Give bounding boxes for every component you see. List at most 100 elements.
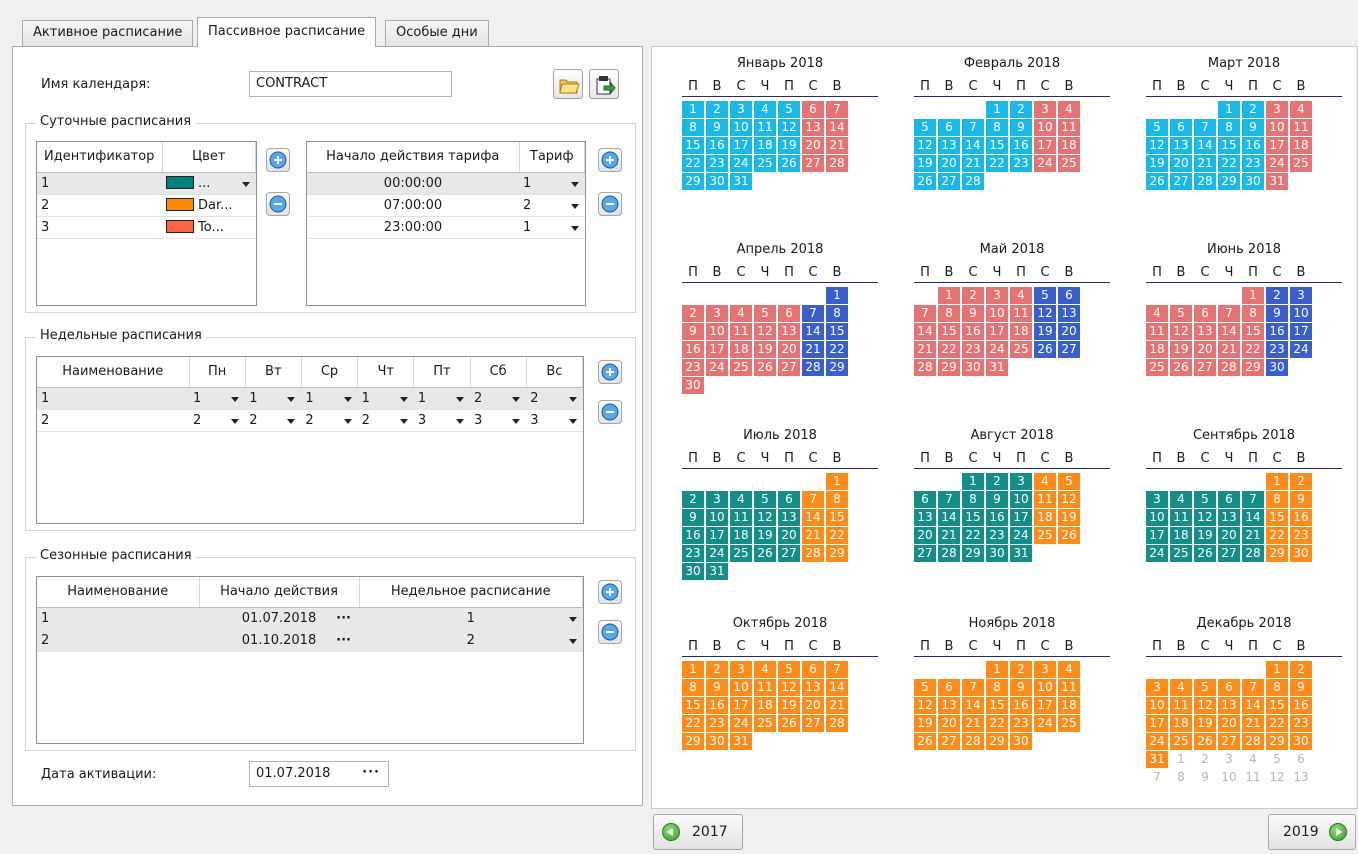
calendar-day[interactable]: 6: [778, 491, 800, 508]
calendar-day[interactable]: 12: [1194, 509, 1216, 526]
calendar-day[interactable]: 26: [1170, 359, 1192, 376]
calendar-day[interactable]: 26: [1194, 733, 1216, 750]
calendar-day[interactable]: 8: [938, 305, 960, 322]
calendar-day[interactable]: 15: [1266, 697, 1288, 714]
calendar-day[interactable]: 22: [962, 527, 984, 544]
calendar-day[interactable]: 31: [706, 563, 728, 580]
calendar-day[interactable]: 15: [826, 323, 848, 340]
calendar-day[interactable]: 18: [1170, 527, 1192, 544]
calendar-day[interactable]: 22: [938, 341, 960, 358]
calendar-day[interactable]: 22: [1266, 715, 1288, 732]
calendar-day[interactable]: 8: [962, 491, 984, 508]
calendar-day[interactable]: 13: [914, 509, 936, 526]
calendar-day[interactable]: 23: [1010, 155, 1032, 172]
day-schedule-dropdown[interactable]: 2: [357, 409, 414, 432]
activation-date-input[interactable]: 01.07.2018 ···: [249, 761, 389, 787]
calendar-day[interactable]: 28: [938, 545, 960, 562]
calendar-day[interactable]: 8: [1266, 679, 1288, 696]
calendar-day[interactable]: 7: [962, 679, 984, 696]
daily-ids-grid[interactable]: Идентификатор Цвет 1 ... 2 Dar... 3 To..…: [36, 141, 257, 306]
column-header-sat[interactable]: Сб: [470, 357, 527, 388]
calendar-day[interactable]: 30: [1290, 545, 1312, 562]
calendar-day[interactable]: 14: [802, 323, 824, 340]
calendar-day[interactable]: 6: [1170, 119, 1192, 136]
calendar-day[interactable]: 11: [1242, 769, 1264, 786]
calendar-day[interactable]: 31: [730, 733, 752, 750]
calendar-day[interactable]: 25: [1034, 527, 1056, 544]
calendar-day[interactable]: 27: [914, 545, 936, 562]
calendar-day[interactable]: 30: [682, 563, 704, 580]
calendar-day[interactable]: 25: [1170, 733, 1192, 750]
calendar-day[interactable]: 20: [1194, 341, 1216, 358]
calendar-day[interactable]: 2: [682, 491, 704, 508]
calendar-day[interactable]: 6: [938, 679, 960, 696]
calendar-day[interactable]: 18: [1058, 137, 1080, 154]
calendar-day[interactable]: 14: [1194, 137, 1216, 154]
calendar-day[interactable]: 27: [802, 155, 824, 172]
calendar-day[interactable]: 23: [1010, 715, 1032, 732]
calendar-day[interactable]: 6: [802, 101, 824, 118]
calendar-day[interactable]: 31: [986, 359, 1008, 376]
calendar-day[interactable]: 28: [802, 359, 824, 376]
calendar-day[interactable]: 25: [1058, 155, 1080, 172]
calendar-day[interactable]: 20: [1218, 527, 1240, 544]
calendar-day[interactable]: 3: [986, 287, 1008, 304]
calendar-day[interactable]: 14: [914, 323, 936, 340]
calendar-day[interactable]: 17: [1034, 697, 1056, 714]
add-daily-id-button[interactable]: [266, 148, 290, 172]
calendar-day[interactable]: 11: [1010, 305, 1032, 322]
table-row[interactable]: 3 To...: [37, 216, 256, 239]
calendar-day[interactable]: 28: [802, 545, 824, 562]
calendar-day[interactable]: 3: [730, 661, 752, 678]
day-schedule-dropdown[interactable]: 1: [301, 387, 358, 410]
calendar-day[interactable]: 22: [826, 341, 848, 358]
calendar-day[interactable]: 1: [1218, 101, 1240, 118]
day-schedule-dropdown[interactable]: 2: [245, 409, 302, 432]
calendar-day[interactable]: 20: [1058, 323, 1080, 340]
calendar-day[interactable]: 26: [1034, 341, 1056, 358]
calendar-day[interactable]: 21: [1242, 527, 1264, 544]
calendar-day[interactable]: 2: [986, 473, 1008, 490]
calendar-day[interactable]: 16: [682, 341, 704, 358]
calendar-day[interactable]: 6: [1218, 679, 1240, 696]
calendar-day[interactable]: 12: [778, 119, 800, 136]
calendar-day[interactable]: 5: [778, 661, 800, 678]
calendar-day[interactable]: 5: [754, 491, 776, 508]
calendar-day[interactable]: 25: [1010, 341, 1032, 358]
open-folder-button[interactable]: [553, 69, 583, 99]
column-header-start[interactable]: Начало действия: [199, 577, 360, 608]
calendar-day[interactable]: 29: [962, 545, 984, 562]
day-schedule-dropdown[interactable]: 1: [189, 387, 246, 410]
calendar-day[interactable]: 30: [682, 377, 704, 394]
calendar-day[interactable]: 26: [1146, 173, 1168, 190]
calendar-day[interactable]: 26: [778, 155, 800, 172]
calendar-day[interactable]: 1: [826, 287, 848, 304]
calendar-day[interactable]: 2: [1290, 661, 1312, 678]
calendar-day[interactable]: 2: [1194, 751, 1216, 768]
calendar-day[interactable]: 4: [1290, 101, 1312, 118]
calendar-name-input[interactable]: CONTRACT: [249, 71, 452, 97]
calendar-day[interactable]: 20: [778, 527, 800, 544]
calendar-day[interactable]: 16: [682, 527, 704, 544]
calendar-day[interactable]: 30: [1242, 173, 1264, 190]
calendar-day[interactable]: 22: [682, 155, 704, 172]
calendar-day[interactable]: 5: [1266, 751, 1288, 768]
calendar-day[interactable]: 5: [778, 101, 800, 118]
calendar-day[interactable]: 24: [1266, 155, 1288, 172]
calendar-day[interactable]: 16: [986, 509, 1008, 526]
calendar-day[interactable]: 24: [730, 715, 752, 732]
calendar-day[interactable]: 17: [706, 527, 728, 544]
calendar-day[interactable]: 10: [1290, 305, 1312, 322]
calendar-day[interactable]: 29: [826, 359, 848, 376]
calendar-day[interactable]: 10: [1266, 119, 1288, 136]
calendar-day[interactable]: 7: [1218, 305, 1240, 322]
calendar-day[interactable]: 19: [1058, 509, 1080, 526]
calendar-day[interactable]: 8: [826, 305, 848, 322]
calendar-day[interactable]: 15: [1266, 509, 1288, 526]
calendar-day[interactable]: 25: [754, 715, 776, 732]
column-header-fri[interactable]: Пт: [413, 357, 471, 388]
calendar-day[interactable]: 31: [1266, 173, 1288, 190]
calendar-day[interactable]: 4: [754, 661, 776, 678]
calendar-day[interactable]: 15: [1242, 323, 1264, 340]
calendar-day[interactable]: 5: [1194, 491, 1216, 508]
